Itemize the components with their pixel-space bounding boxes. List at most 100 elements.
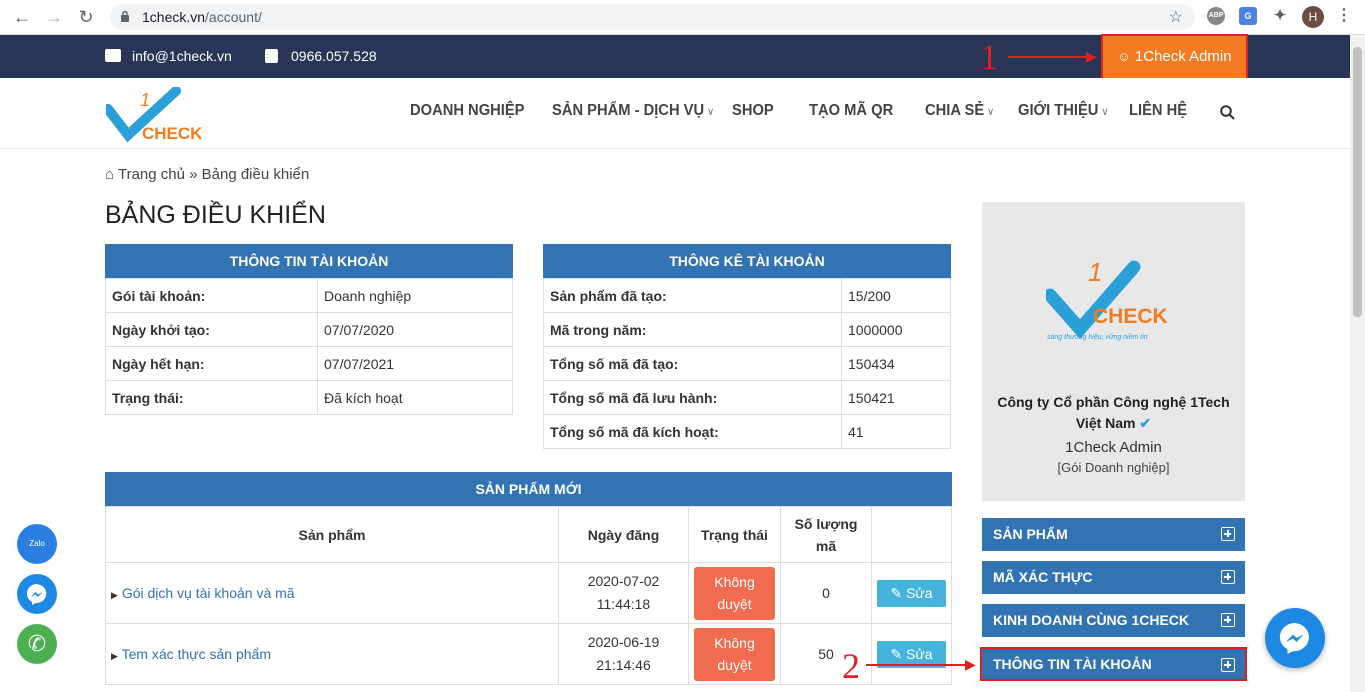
account-stats-heading: THÔNG KÊ TÀI KHOẢN [543, 244, 951, 278]
account-stats-table: Sản phẩm đã tạo: 15/200 Mã trong năm: 1000… [543, 278, 951, 449]
annotation-arrow-2 [866, 664, 970, 666]
sidebar-menu-label: MÃ XÁC THỰC [993, 569, 1093, 585]
nav-chia-se[interactable]: CHIA SẺ ∨ [925, 102, 994, 120]
product-link[interactable]: Tem xác thực sản phẩm [122, 646, 271, 662]
column-header: Sản phẩm [105, 506, 559, 563]
table-key: Ngày hết hạn: [105, 346, 318, 381]
column-header: Trạng thái [688, 506, 781, 563]
scrollbar-thumb[interactable] [1353, 47, 1362, 317]
address-bar[interactable]: 1check.vn/account/ ☆ [110, 4, 1195, 30]
table-key: Tổng số mã đã tạo: [543, 346, 842, 381]
user-name: 1Check Admin [1065, 439, 1162, 456]
table-value: 1000000 [841, 312, 951, 347]
table-key: Trạng thái: [105, 380, 318, 415]
account-info-table: Gói tài khoản: Doanh nghiệp Ngày khởi tạo… [105, 278, 513, 415]
verified-check-icon: ✔ [1139, 415, 1152, 431]
table-row: Sản phẩm đã tạo: 15/200 [543, 278, 951, 313]
profile-avatar[interactable]: H [1302, 6, 1324, 28]
caret-right-icon: ▶ [111, 590, 118, 600]
nav-tao-ma-qr[interactable]: TẠO MÃ QR [809, 102, 893, 120]
logo-text: CHECK [142, 124, 203, 143]
chevron-down-icon: ∨ [706, 106, 715, 118]
table-row: ▶ Gói dịch vụ tài khoản và mã 2020-07-02… [105, 562, 952, 624]
table-value: 15/200 [841, 278, 951, 313]
nav-san-pham-dich-vu[interactable]: SẢN PHẨM - DỊCH VỤ ∨ [552, 102, 714, 120]
breadcrumb-current: Bảng điều khiển [201, 166, 310, 183]
sidebar-menu-business[interactable]: KINH DOANH CÙNG 1CHECK [982, 604, 1245, 637]
home-icon: ⌂ [105, 166, 115, 183]
contact-email[interactable]: info@1check.vn [132, 48, 232, 64]
admin-button-label: 1Check Admin [1134, 48, 1232, 65]
company-name: Công ty Cổ phần Công nghệ 1Tech Việt Nam … [997, 394, 1230, 431]
zalo-chat-icon[interactable]: Zalo [17, 524, 57, 564]
product-link[interactable]: Gói dịch vụ tài khoản và mã [122, 585, 295, 601]
phone-call-icon[interactable]: ✆ [17, 624, 57, 664]
phone-icon [265, 49, 278, 63]
table-row: Tổng số mã đã tạo: 150434 [543, 346, 951, 381]
puzzle-extensions-icon[interactable]: ✦ [1271, 7, 1289, 25]
table-header-row: Sản phẩm Ngày đăng Trạng thái Số lượng m… [105, 506, 952, 563]
caret-right-icon: ▶ [111, 651, 118, 661]
bookmark-star-icon[interactable]: ☆ [1169, 7, 1183, 27]
search-icon[interactable] [1220, 105, 1235, 120]
breadcrumb: ⌂ Trang chủ » Bảng điều khiển [105, 166, 309, 183]
breadcrumb-separator: » [189, 166, 198, 183]
sidebar-menu-products[interactable]: SẢN PHẨM [982, 518, 1245, 551]
product-name-cell[interactable]: ▶ Gói dịch vụ tài khoản và mã [105, 562, 559, 624]
table-key: Tổng số mã đã kích hoạt: [543, 414, 842, 449]
edit-button[interactable]: ✎ Sửa [877, 579, 946, 607]
qty-cell[interactable]: 0 [780, 562, 872, 624]
translate-extension-icon[interactable]: G [1239, 7, 1257, 25]
url-text: 1check.vn/account/ [142, 9, 262, 25]
admin-account-button[interactable]: ☺ 1Check Admin [1101, 34, 1248, 80]
arrowhead-icon: ▶ [965, 656, 976, 672]
site-logo[interactable]: 1 CHECK [103, 86, 212, 143]
annotation-number-2: 2 [842, 646, 860, 686]
sidebar-menu-auth-codes[interactable]: MÃ XÁC THỰC [982, 561, 1245, 594]
page-scrollbar[interactable] [1350, 35, 1365, 692]
envelope-icon [105, 49, 121, 62]
status-badge: Không duyệt [694, 627, 775, 681]
account-profile-card: 1 CHECK sáng thương hiệu, vững niềm tin … [982, 202, 1245, 501]
sidebar-menu-label: KINH DOANH CÙNG 1CHECK [993, 612, 1190, 628]
adblock-extension-icon[interactable]: ABP [1207, 7, 1225, 25]
nav-doanh-nghiep[interactable]: DOANH NGHIỆP [410, 102, 524, 120]
messenger-chat-bubble-icon[interactable] [1265, 608, 1325, 668]
logo-tagline: sáng thương hiệu, vững niềm tin [1047, 334, 1148, 341]
chevron-down-icon: ∨ [1101, 106, 1109, 118]
expand-plus-icon [1221, 613, 1235, 627]
annotation-number-1: 1 [980, 37, 998, 77]
column-header: Ngày đăng [558, 506, 689, 563]
nav-shop[interactable]: SHOP [732, 102, 774, 120]
table-value: Doanh nghiệp [317, 278, 513, 313]
messenger-icon[interactable] [17, 574, 57, 614]
forward-arrow-icon[interactable]: → [44, 7, 64, 27]
column-header [871, 506, 952, 563]
table-value: 41 [841, 414, 951, 449]
browser-toolbar: ← → ↻ 1check.vn/account/ ☆ ABP G ✦ H ⋮ [0, 0, 1365, 35]
sidebar-menu-label: SẢN PHẨM [993, 526, 1068, 542]
new-products-table: Sản phẩm Ngày đăng Trạng thái Số lượng m… [105, 506, 952, 685]
nav-gioi-thieu[interactable]: GIỚI THIỆU ∨ [1018, 102, 1109, 120]
reload-icon[interactable]: ↻ [76, 7, 96, 27]
back-arrow-icon[interactable]: ← [12, 7, 32, 27]
status-cell: Không duyệt [688, 623, 781, 685]
svg-text:1: 1 [1088, 257, 1102, 287]
more-menu-icon[interactable]: ⋮ [1335, 7, 1353, 25]
user-plan: [Gói Doanh nghiệp] [1057, 460, 1170, 475]
date-cell: 2020-07-02 11:44:18 [558, 562, 689, 624]
action-cell: ✎ Sửa [871, 562, 952, 624]
table-key: Sản phẩm đã tạo: [543, 278, 842, 313]
table-value: 07/07/2020 [317, 312, 513, 347]
sidebar-menu-account-info[interactable]: THÔNG TIN TÀI KHOẢN [980, 647, 1247, 681]
breadcrumb-home[interactable]: Trang chủ [118, 166, 185, 183]
table-value: 150421 [841, 380, 951, 415]
table-row: ▶ Tem xác thực sản phẩm 2020-06-19 21:14:… [105, 623, 952, 685]
table-value: 07/07/2021 [317, 346, 513, 381]
contact-phone[interactable]: 0966.057.528 [291, 48, 377, 64]
product-name-cell[interactable]: ▶ Tem xác thực sản phẩm [105, 623, 559, 685]
expand-plus-icon [1221, 570, 1235, 584]
nav-lien-he[interactable]: LIÊN HỆ [1129, 102, 1187, 120]
card-logo-text: CHECK [1093, 305, 1168, 328]
new-products-heading: SẢN PHẨM MỚI [105, 472, 952, 506]
